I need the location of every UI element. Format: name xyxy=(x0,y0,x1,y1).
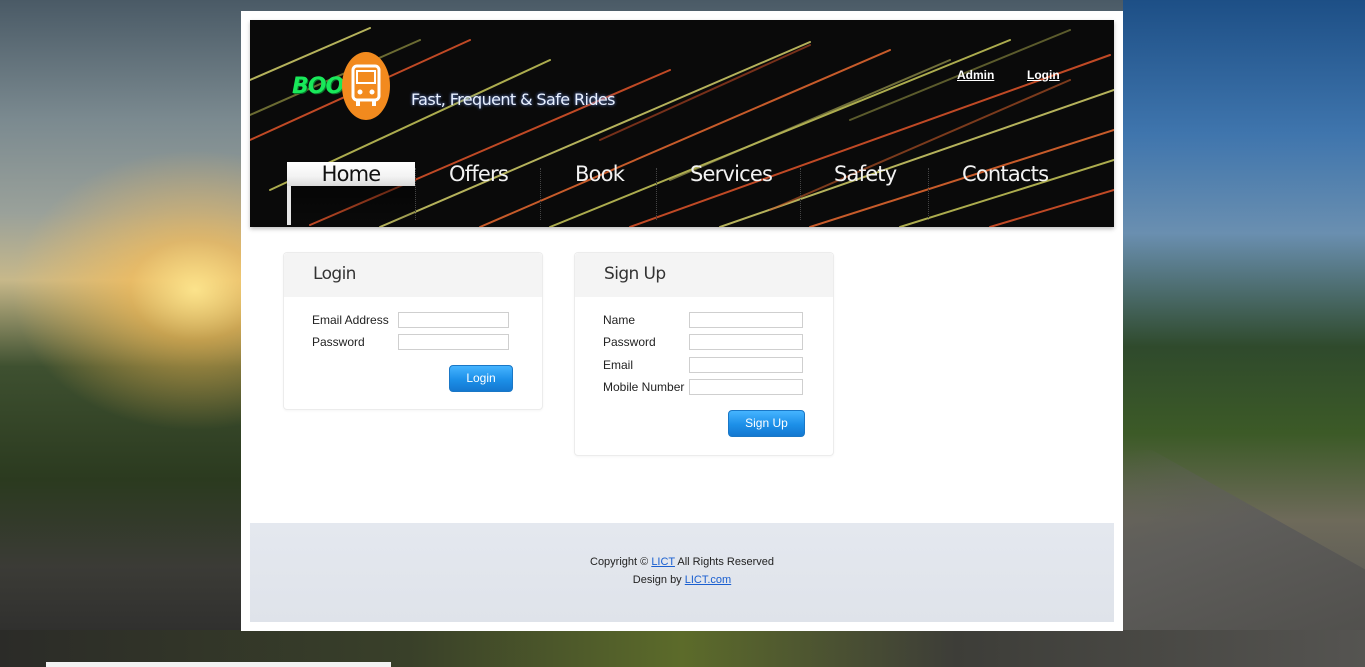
name-label: Name xyxy=(603,313,636,327)
background-strip xyxy=(46,662,391,667)
login-link[interactable]: Login xyxy=(1027,68,1060,82)
nav-separator xyxy=(800,168,802,220)
signup-panel-header: Sign Up xyxy=(575,253,833,297)
nav-home[interactable]: Home xyxy=(287,162,415,186)
site-tagline: Fast, Frequent & Safe Rides xyxy=(411,90,615,109)
email-address-label: Email Address xyxy=(312,313,389,327)
login-button[interactable]: Login xyxy=(449,365,513,392)
nav-separator xyxy=(415,168,417,220)
login-password-label: Password xyxy=(312,335,365,349)
design-prefix: Design by xyxy=(632,574,682,586)
site-header: BOOK Fast, Frequent & Safe Rides Admin L… xyxy=(250,20,1114,227)
mobile-number-label: Mobile Number xyxy=(603,380,685,394)
login-panel: Login Email Address Password Login xyxy=(283,252,543,410)
nav-safety[interactable]: Safety xyxy=(834,160,897,192)
nav-home-shadow xyxy=(291,186,415,225)
admin-link[interactable]: Admin xyxy=(957,68,994,82)
signup-password-input[interactable] xyxy=(689,334,803,350)
nav-offers[interactable]: Offers xyxy=(449,160,509,192)
signup-password-label: Password xyxy=(603,335,656,349)
signup-name-input[interactable] xyxy=(689,312,803,328)
copyright-prefix: Copyright © xyxy=(590,556,649,568)
signup-panel: Sign Up Name Password Email Mobile Numbe… xyxy=(574,252,834,456)
signup-panel-title: Sign Up xyxy=(604,264,666,284)
nav-separator xyxy=(540,168,542,220)
nav-separator xyxy=(656,168,658,220)
main-nav: Home Offers Book Services Safety Contact… xyxy=(250,160,1114,227)
nav-separator xyxy=(928,168,930,220)
site-footer: Copyright © LICT All Rights Reserved Des… xyxy=(250,523,1114,622)
signup-mobile-input[interactable] xyxy=(689,379,803,395)
login-panel-title: Login xyxy=(313,264,356,284)
page-container: BOOK Fast, Frequent & Safe Rides Admin L… xyxy=(241,11,1123,631)
nav-services[interactable]: Services xyxy=(690,160,773,192)
design-line: Design by LICT.com xyxy=(250,574,1114,586)
bus-icon xyxy=(342,52,390,120)
login-password-input[interactable] xyxy=(398,334,509,350)
copyright-suffix: All Rights Reserved xyxy=(677,556,774,568)
signup-email-input[interactable] xyxy=(689,357,803,373)
design-link[interactable]: LICT.com xyxy=(685,574,731,586)
login-email-input[interactable] xyxy=(398,312,509,328)
nav-contacts[interactable]: Contacts xyxy=(962,160,1049,192)
site-logo[interactable]: BOOK xyxy=(292,52,392,122)
copyright-line: Copyright © LICT All Rights Reserved xyxy=(250,556,1114,568)
copyright-link[interactable]: LICT xyxy=(651,556,675,568)
nav-book[interactable]: Book xyxy=(575,160,625,192)
email-label: Email xyxy=(603,358,634,372)
login-panel-header: Login xyxy=(284,253,542,297)
signup-button[interactable]: Sign Up xyxy=(728,410,805,437)
